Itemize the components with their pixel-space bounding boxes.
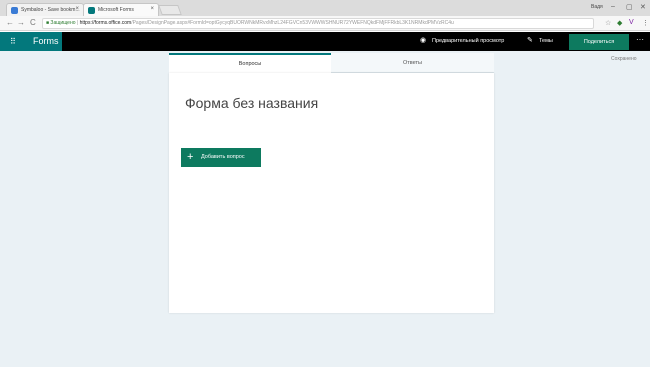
url-path: /Pages/DesignPage.aspx#FormId=optGycyqBU… [131,20,454,26]
tab-responses[interactable]: Ответы [331,53,494,73]
lock-icon: ■ [46,20,50,26]
add-question-label: Добавить вопрос [201,154,245,160]
more-options-icon[interactable]: ··· [636,35,644,44]
extension-v-icon[interactable]: V [629,19,634,26]
app-launcher-icon[interactable]: ⠿ [10,37,16,46]
brand-block: ⠿ Forms [0,32,62,51]
new-tab-button[interactable] [158,5,182,15]
browser-tab-forms[interactable]: Microsoft Forms × [83,3,159,16]
secure-label: Защищено [50,20,76,26]
symbaloo-favicon-icon [11,7,18,14]
browser-tab-title: Microsoft Forms [98,7,134,13]
share-button[interactable]: Поделиться [569,34,629,50]
preview-button[interactable]: Предварительный просмотр [432,38,504,44]
saved-status: Сохранено [611,56,637,62]
address-bar: ← → C ■ Защищено | https://forms.office.… [0,16,650,31]
close-window-icon[interactable]: ✕ [640,3,646,11]
preview-eye-icon[interactable]: ◉ [420,36,426,44]
add-question-button[interactable]: + Добавить вопрос [181,148,261,167]
themes-icon[interactable]: ✎ [527,36,533,44]
forward-icon[interactable]: → [17,18,25,27]
browser-user-name[interactable]: Вадя [591,4,603,10]
app-brand[interactable]: Forms [33,36,59,46]
browser-tab-title: Symbaloo - Save bookm... [21,7,80,13]
browser-menu-icon[interactable]: ⋮ [642,19,649,27]
close-tab-icon[interactable]: × [75,6,79,12]
back-icon[interactable]: ← [6,18,14,27]
editor-tabs: Вопросы Ответы [169,53,494,73]
tab-questions[interactable]: Вопросы [169,53,331,73]
close-tab-icon[interactable]: × [150,6,154,12]
form-title[interactable]: Форма без названия [185,95,318,111]
maximize-icon[interactable]: ▢ [626,3,633,11]
app-header: ⠿ Forms ◉ Предварительный просмотр ✎ Тем… [0,32,650,51]
plus-icon: + [187,151,194,163]
bottom-strip [0,367,650,371]
minimize-icon[interactable]: – [611,3,615,10]
reload-icon[interactable]: C [30,18,36,27]
browser-tab-symbaloo[interactable]: Symbaloo - Save bookm... × [6,3,84,16]
page: Symbaloo - Save bookm... × Microsoft For… [0,0,650,371]
themes-button[interactable]: Темы [539,38,553,44]
forms-favicon-icon [88,7,95,14]
browser-tabstrip: Symbaloo - Save bookm... × Microsoft For… [0,0,650,16]
url-input[interactable]: ■ Защищено | https://forms.office.com/Pa… [42,18,594,29]
bookmark-star-icon[interactable]: ☆ [605,19,611,27]
extension-icon[interactable]: ◆ [617,19,622,27]
url-host: https://forms.office.com [79,20,132,26]
